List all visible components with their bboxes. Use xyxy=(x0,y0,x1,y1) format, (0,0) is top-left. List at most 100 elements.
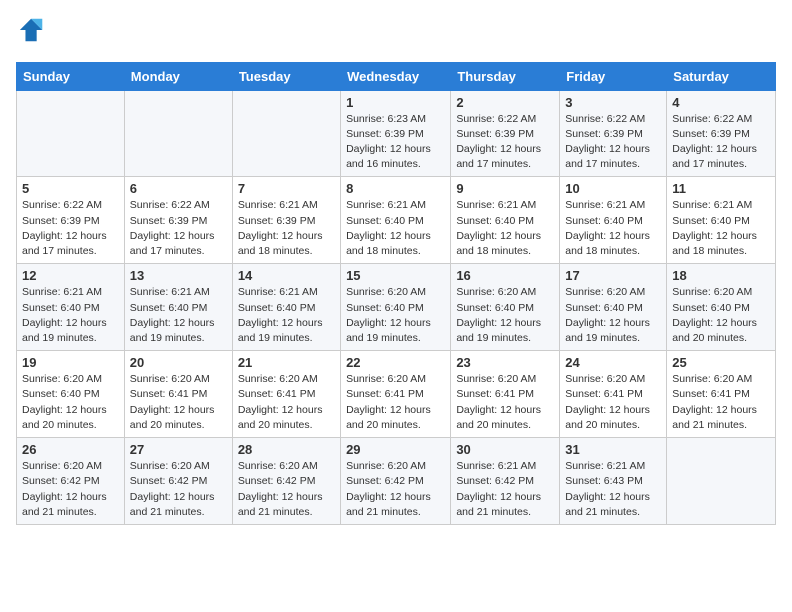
day-number: 28 xyxy=(238,442,335,457)
day-number: 25 xyxy=(672,355,770,370)
calendar-cell: 10 Sunrise: 6:21 AM Sunset: 6:40 PM Dayli… xyxy=(560,177,667,264)
day-number: 14 xyxy=(238,268,335,283)
day-info: Sunrise: 6:22 AM Sunset: 6:39 PM Dayligh… xyxy=(130,198,227,259)
day-number: 11 xyxy=(672,181,770,196)
day-info: Sunrise: 6:20 AM Sunset: 6:42 PM Dayligh… xyxy=(130,459,227,520)
day-number: 1 xyxy=(346,95,445,110)
calendar-cell: 14Sunrise: 6:21 AM Sunset: 6:40 PM Dayli… xyxy=(232,264,340,351)
day-number: 24 xyxy=(565,355,661,370)
calendar-cell: 23 Sunrise: 6:20 AM Sunset: 6:41 PM Dayli… xyxy=(451,351,560,438)
day-info: Sunrise: 6:20 AM Sunset: 6:41 PM Dayligh… xyxy=(456,372,554,433)
day-info: Sunrise: 6:20 AM Sunset: 6:41 PM Dayligh… xyxy=(238,372,335,433)
day-number: 7 xyxy=(238,181,335,196)
day-info: Sunrise: 6:22 AM Sunset: 6:39 PM Dayligh… xyxy=(565,112,661,173)
day-number: 30 xyxy=(456,442,554,457)
week-row-1: 1 Sunrise: 6:23 AM Sunset: 6:39 PM Daylig… xyxy=(17,90,776,177)
week-row-3: 12Sunrise: 6:21 AM Sunset: 6:40 PM Dayli… xyxy=(17,264,776,351)
day-number: 29 xyxy=(346,442,445,457)
calendar-cell: 31 Sunrise: 6:21 AM Sunset: 6:43 PM Dayli… xyxy=(560,438,667,525)
calendar-cell: 2 Sunrise: 6:22 AM Sunset: 6:39 PM Daylig… xyxy=(451,90,560,177)
calendar-cell: 22 Sunrise: 6:20 AM Sunset: 6:41 PM Dayli… xyxy=(341,351,451,438)
week-row-2: 5 Sunrise: 6:22 AM Sunset: 6:39 PM Daylig… xyxy=(17,177,776,264)
calendar-header-row: SundayMondayTuesdayWednesdayThursdayFrid… xyxy=(17,62,776,90)
day-number: 31 xyxy=(565,442,661,457)
day-info: Sunrise: 6:20 AM Sunset: 6:40 PM Dayligh… xyxy=(565,285,661,346)
calendar-cell: 11 Sunrise: 6:21 AM Sunset: 6:40 PM Dayli… xyxy=(667,177,776,264)
calendar-cell xyxy=(667,438,776,525)
day-info: Sunrise: 6:22 AM Sunset: 6:39 PM Dayligh… xyxy=(456,112,554,173)
calendar-cell: 30 Sunrise: 6:21 AM Sunset: 6:42 PM Dayli… xyxy=(451,438,560,525)
day-info: Sunrise: 6:20 AM Sunset: 6:40 PM Dayligh… xyxy=(456,285,554,346)
day-info: Sunrise: 6:20 AM Sunset: 6:41 PM Dayligh… xyxy=(672,372,770,433)
calendar-cell: 1 Sunrise: 6:23 AM Sunset: 6:39 PM Daylig… xyxy=(341,90,451,177)
calendar-cell: 4 Sunrise: 6:22 AM Sunset: 6:39 PM Daylig… xyxy=(667,90,776,177)
day-number: 10 xyxy=(565,181,661,196)
calendar-cell: 24 Sunrise: 6:20 AM Sunset: 6:41 PM Dayli… xyxy=(560,351,667,438)
calendar-cell: 3 Sunrise: 6:22 AM Sunset: 6:39 PM Daylig… xyxy=(560,90,667,177)
calendar-cell: 21 Sunrise: 6:20 AM Sunset: 6:41 PM Dayli… xyxy=(232,351,340,438)
day-number: 6 xyxy=(130,181,227,196)
day-header-saturday: Saturday xyxy=(667,62,776,90)
calendar-cell: 9 Sunrise: 6:21 AM Sunset: 6:40 PM Daylig… xyxy=(451,177,560,264)
day-number: 16 xyxy=(456,268,554,283)
calendar-cell xyxy=(124,90,232,177)
day-info: Sunrise: 6:20 AM Sunset: 6:40 PM Dayligh… xyxy=(22,372,119,433)
day-info: Sunrise: 6:22 AM Sunset: 6:39 PM Dayligh… xyxy=(672,112,770,173)
calendar-cell: 19 Sunrise: 6:20 AM Sunset: 6:40 PM Dayli… xyxy=(17,351,125,438)
calendar-cell: 25 Sunrise: 6:20 AM Sunset: 6:41 PM Dayli… xyxy=(667,351,776,438)
day-number: 2 xyxy=(456,95,554,110)
calendar-body: 1 Sunrise: 6:23 AM Sunset: 6:39 PM Daylig… xyxy=(17,90,776,524)
day-number: 27 xyxy=(130,442,227,457)
day-number: 17 xyxy=(565,268,661,283)
day-header-monday: Monday xyxy=(124,62,232,90)
calendar-cell xyxy=(17,90,125,177)
day-header-thursday: Thursday xyxy=(451,62,560,90)
day-number: 23 xyxy=(456,355,554,370)
calendar-cell: 8Sunrise: 6:21 AM Sunset: 6:40 PM Daylig… xyxy=(341,177,451,264)
day-number: 8 xyxy=(346,181,445,196)
day-number: 18 xyxy=(672,268,770,283)
day-number: 19 xyxy=(22,355,119,370)
day-header-sunday: Sunday xyxy=(17,62,125,90)
day-info: Sunrise: 6:22 AM Sunset: 6:39 PM Dayligh… xyxy=(22,198,119,259)
day-info: Sunrise: 6:20 AM Sunset: 6:42 PM Dayligh… xyxy=(238,459,335,520)
page-header xyxy=(16,16,776,50)
calendar-cell: 7Sunrise: 6:21 AM Sunset: 6:39 PM Daylig… xyxy=(232,177,340,264)
day-number: 5 xyxy=(22,181,119,196)
day-number: 3 xyxy=(565,95,661,110)
calendar-cell: 15 Sunrise: 6:20 AM Sunset: 6:40 PM Dayli… xyxy=(341,264,451,351)
day-number: 22 xyxy=(346,355,445,370)
day-info: Sunrise: 6:21 AM Sunset: 6:40 PM Dayligh… xyxy=(456,198,554,259)
calendar-cell xyxy=(232,90,340,177)
day-info: Sunrise: 6:23 AM Sunset: 6:39 PM Dayligh… xyxy=(346,112,445,173)
day-info: Sunrise: 6:20 AM Sunset: 6:40 PM Dayligh… xyxy=(672,285,770,346)
calendar-cell: 20Sunrise: 6:20 AM Sunset: 6:41 PM Dayli… xyxy=(124,351,232,438)
day-info: Sunrise: 6:20 AM Sunset: 6:41 PM Dayligh… xyxy=(130,372,227,433)
day-info: Sunrise: 6:21 AM Sunset: 6:40 PM Dayligh… xyxy=(565,198,661,259)
calendar-cell: 28 Sunrise: 6:20 AM Sunset: 6:42 PM Dayli… xyxy=(232,438,340,525)
day-number: 13 xyxy=(130,268,227,283)
day-header-tuesday: Tuesday xyxy=(232,62,340,90)
day-info: Sunrise: 6:20 AM Sunset: 6:42 PM Dayligh… xyxy=(22,459,119,520)
day-info: Sunrise: 6:21 AM Sunset: 6:40 PM Dayligh… xyxy=(672,198,770,259)
day-number: 4 xyxy=(672,95,770,110)
day-info: Sunrise: 6:20 AM Sunset: 6:41 PM Dayligh… xyxy=(346,372,445,433)
calendar-cell: 18 Sunrise: 6:20 AM Sunset: 6:40 PM Dayli… xyxy=(667,264,776,351)
calendar-cell: 17 Sunrise: 6:20 AM Sunset: 6:40 PM Dayli… xyxy=(560,264,667,351)
day-header-friday: Friday xyxy=(560,62,667,90)
day-number: 26 xyxy=(22,442,119,457)
day-info: Sunrise: 6:20 AM Sunset: 6:41 PM Dayligh… xyxy=(565,372,661,433)
day-info: Sunrise: 6:21 AM Sunset: 6:43 PM Dayligh… xyxy=(565,459,661,520)
day-number: 15 xyxy=(346,268,445,283)
calendar-cell: 13 Sunrise: 6:21 AM Sunset: 6:40 PM Dayli… xyxy=(124,264,232,351)
day-number: 21 xyxy=(238,355,335,370)
week-row-4: 19 Sunrise: 6:20 AM Sunset: 6:40 PM Dayli… xyxy=(17,351,776,438)
day-info: Sunrise: 6:20 AM Sunset: 6:40 PM Dayligh… xyxy=(346,285,445,346)
calendar-cell: 27 Sunrise: 6:20 AM Sunset: 6:42 PM Dayli… xyxy=(124,438,232,525)
day-number: 9 xyxy=(456,181,554,196)
calendar-table: SundayMondayTuesdayWednesdayThursdayFrid… xyxy=(16,62,776,525)
day-info: Sunrise: 6:21 AM Sunset: 6:40 PM Dayligh… xyxy=(130,285,227,346)
day-info: Sunrise: 6:21 AM Sunset: 6:42 PM Dayligh… xyxy=(456,459,554,520)
logo-icon xyxy=(18,16,46,44)
day-info: Sunrise: 6:21 AM Sunset: 6:40 PM Dayligh… xyxy=(22,285,119,346)
